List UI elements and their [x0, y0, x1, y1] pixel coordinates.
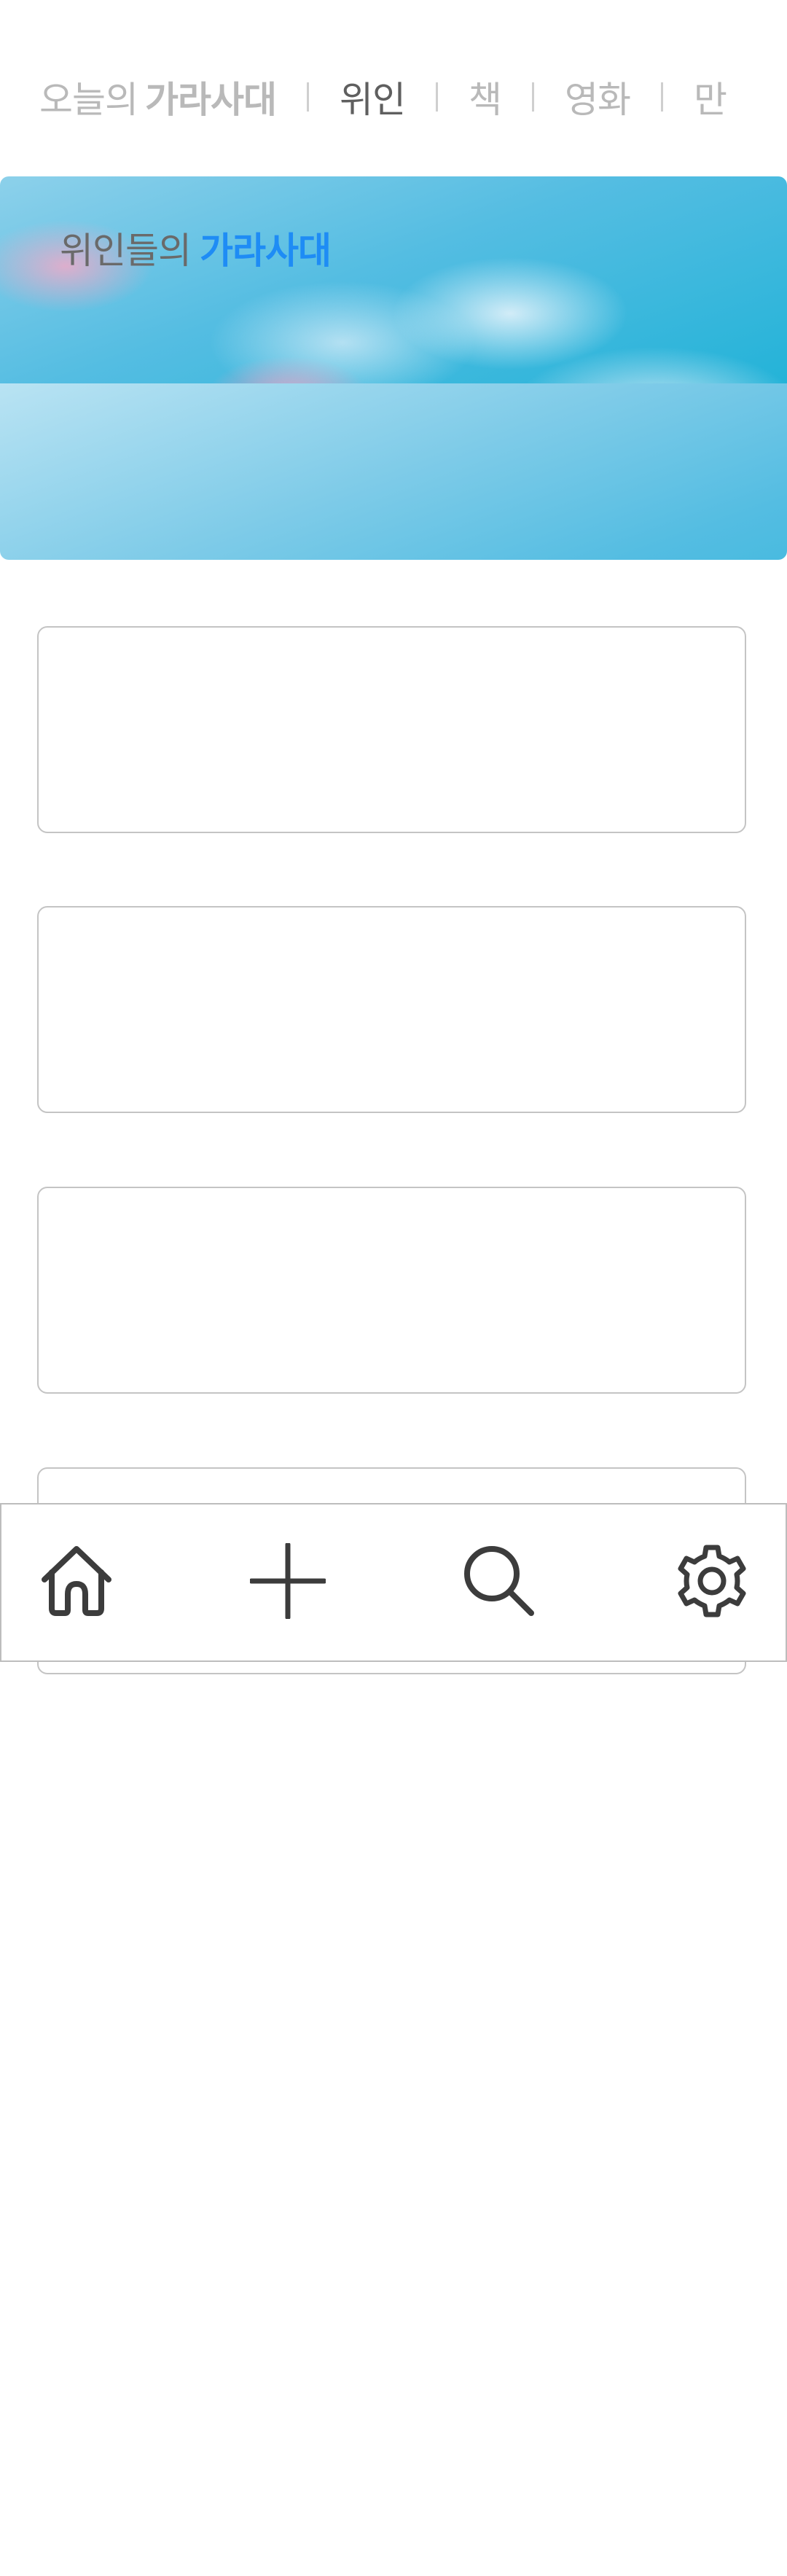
tab-divider — [436, 82, 438, 112]
tab-today-saying-label-light: 오늘의 — [39, 79, 138, 121]
tab-books-label: 책 — [469, 79, 502, 121]
quote-card[interactable] — [37, 626, 746, 833]
tab-divider — [307, 82, 309, 112]
tab-movies-label: 영화 — [565, 79, 631, 121]
search-icon — [464, 1546, 534, 1616]
tab-more-label: 만 — [694, 79, 727, 121]
plus-icon — [250, 1543, 326, 1619]
add-button[interactable] — [240, 1534, 335, 1628]
tab-divider — [532, 82, 534, 112]
tab-divider — [661, 82, 663, 112]
hero-title: 위인들의 가라사대 — [60, 222, 332, 274]
bottom-navigation-bar — [0, 1503, 787, 1662]
gear-icon — [678, 1545, 746, 1617]
category-tab-list: 오늘의 가라사대 위인 책 영화 만 — [39, 57, 727, 137]
search-button[interactable] — [452, 1534, 547, 1628]
tab-more[interactable]: 만 — [694, 57, 727, 137]
hero-title-highlight: 가라사대 — [200, 230, 332, 272]
hero-title-prefix: 위인들의 — [60, 230, 192, 272]
tab-books[interactable]: 책 — [469, 57, 502, 137]
tab-great-people[interactable]: 위인 — [340, 57, 406, 137]
settings-button[interactable] — [665, 1534, 759, 1628]
tab-movies[interactable]: 영화 — [565, 57, 631, 137]
quote-card[interactable] — [37, 1187, 746, 1394]
tab-today-saying[interactable]: 오늘의 가라사대 — [39, 57, 277, 137]
home-button[interactable] — [29, 1534, 124, 1628]
tab-great-people-label: 위인 — [340, 79, 406, 121]
home-icon — [42, 1546, 111, 1616]
tab-today-saying-label-bold: 가라사대 — [145, 79, 277, 121]
quote-card[interactable] — [37, 906, 746, 1113]
hero-banner: 위인들의 가라사대 — [0, 176, 787, 560]
category-tab-bar: 오늘의 가라사대 위인 책 영화 만 — [0, 57, 787, 137]
